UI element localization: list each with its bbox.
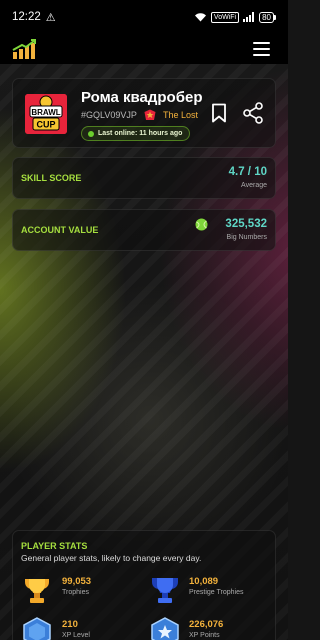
hamburger-menu-icon[interactable]: [253, 42, 270, 56]
status-time: 12:22: [12, 11, 41, 23]
player-tag: #GQLV09VJP: [81, 110, 137, 120]
player-stats-title: PLAYER STATS: [21, 541, 88, 551]
status-bar: 12:22 ⚠ VoWiFi 80: [0, 0, 288, 34]
account-value-card: ACCOUNT VALUE 325,532 Big Numbers: [12, 209, 276, 251]
trophies-value: 99,053: [62, 576, 92, 587]
account-value-label: ACCOUNT VALUE: [21, 225, 99, 235]
xp-points-icon: [151, 617, 179, 640]
battery-level: 80: [259, 11, 274, 23]
last-online-badge: Last online: 11 hours ago: [81, 126, 191, 141]
svg-text:BRAWL: BRAWL: [31, 108, 60, 117]
vowifi-badge: VoWiFi: [210, 11, 240, 23]
battery-icon: 80: [259, 11, 276, 23]
player-stats-card: PLAYER STATS General player stats, likel…: [12, 530, 276, 640]
skill-score-card: SKILL SCORE 4.7 / 10 Average: [12, 157, 276, 199]
profile-card: BRAWL CUP Рома квадробер #GQLV09VJP The …: [12, 78, 276, 148]
online-status-dot: [88, 130, 94, 137]
skill-score-label: SKILL SCORE: [21, 173, 82, 183]
warning-icon: ⚠: [45, 11, 56, 24]
bar-chart-logo-icon[interactable]: [12, 39, 36, 60]
account-value-sub: Big Numbers: [226, 234, 267, 241]
prestige-trophy-icon: [152, 578, 178, 603]
share-icon[interactable]: [242, 102, 264, 124]
club-badge-icon: [144, 109, 156, 120]
xp-level-icon: [23, 617, 51, 640]
skill-score-value: 4.7 / 10: [228, 166, 267, 178]
xp-points-value: 226,076: [189, 619, 224, 630]
xp-points-label: XP Points: [189, 632, 220, 639]
club-name-link[interactable]: The Lost: [163, 110, 198, 120]
brawl-cup-avatar: BRAWL CUP: [25, 94, 67, 134]
trophy-icon: [25, 579, 49, 603]
gem-ball-icon: [195, 218, 208, 231]
xp-level-value: 210: [62, 619, 78, 630]
last-online-text: Last online: 11 hours ago: [98, 130, 183, 137]
skill-score-rating: Average: [241, 182, 267, 189]
trophies-label: Trophies: [62, 589, 89, 596]
prestige-trophies-value: 10,089: [189, 576, 219, 587]
signal-icon: [243, 12, 255, 22]
svg-text:CUP: CUP: [36, 120, 55, 130]
account-value-amount: 325,532: [225, 218, 267, 230]
bookmark-icon[interactable]: [211, 103, 227, 123]
player-stats-description: General player stats, likely to change e…: [21, 553, 202, 563]
status-icons: VoWiFi 80: [194, 11, 276, 23]
xp-level-label: XP Level: [62, 632, 90, 639]
app-header: [0, 34, 288, 64]
player-name: Рома квадробер: [81, 89, 203, 106]
prestige-trophies-label: Prestige Trophies: [189, 589, 244, 596]
wifi-icon: [194, 13, 206, 22]
